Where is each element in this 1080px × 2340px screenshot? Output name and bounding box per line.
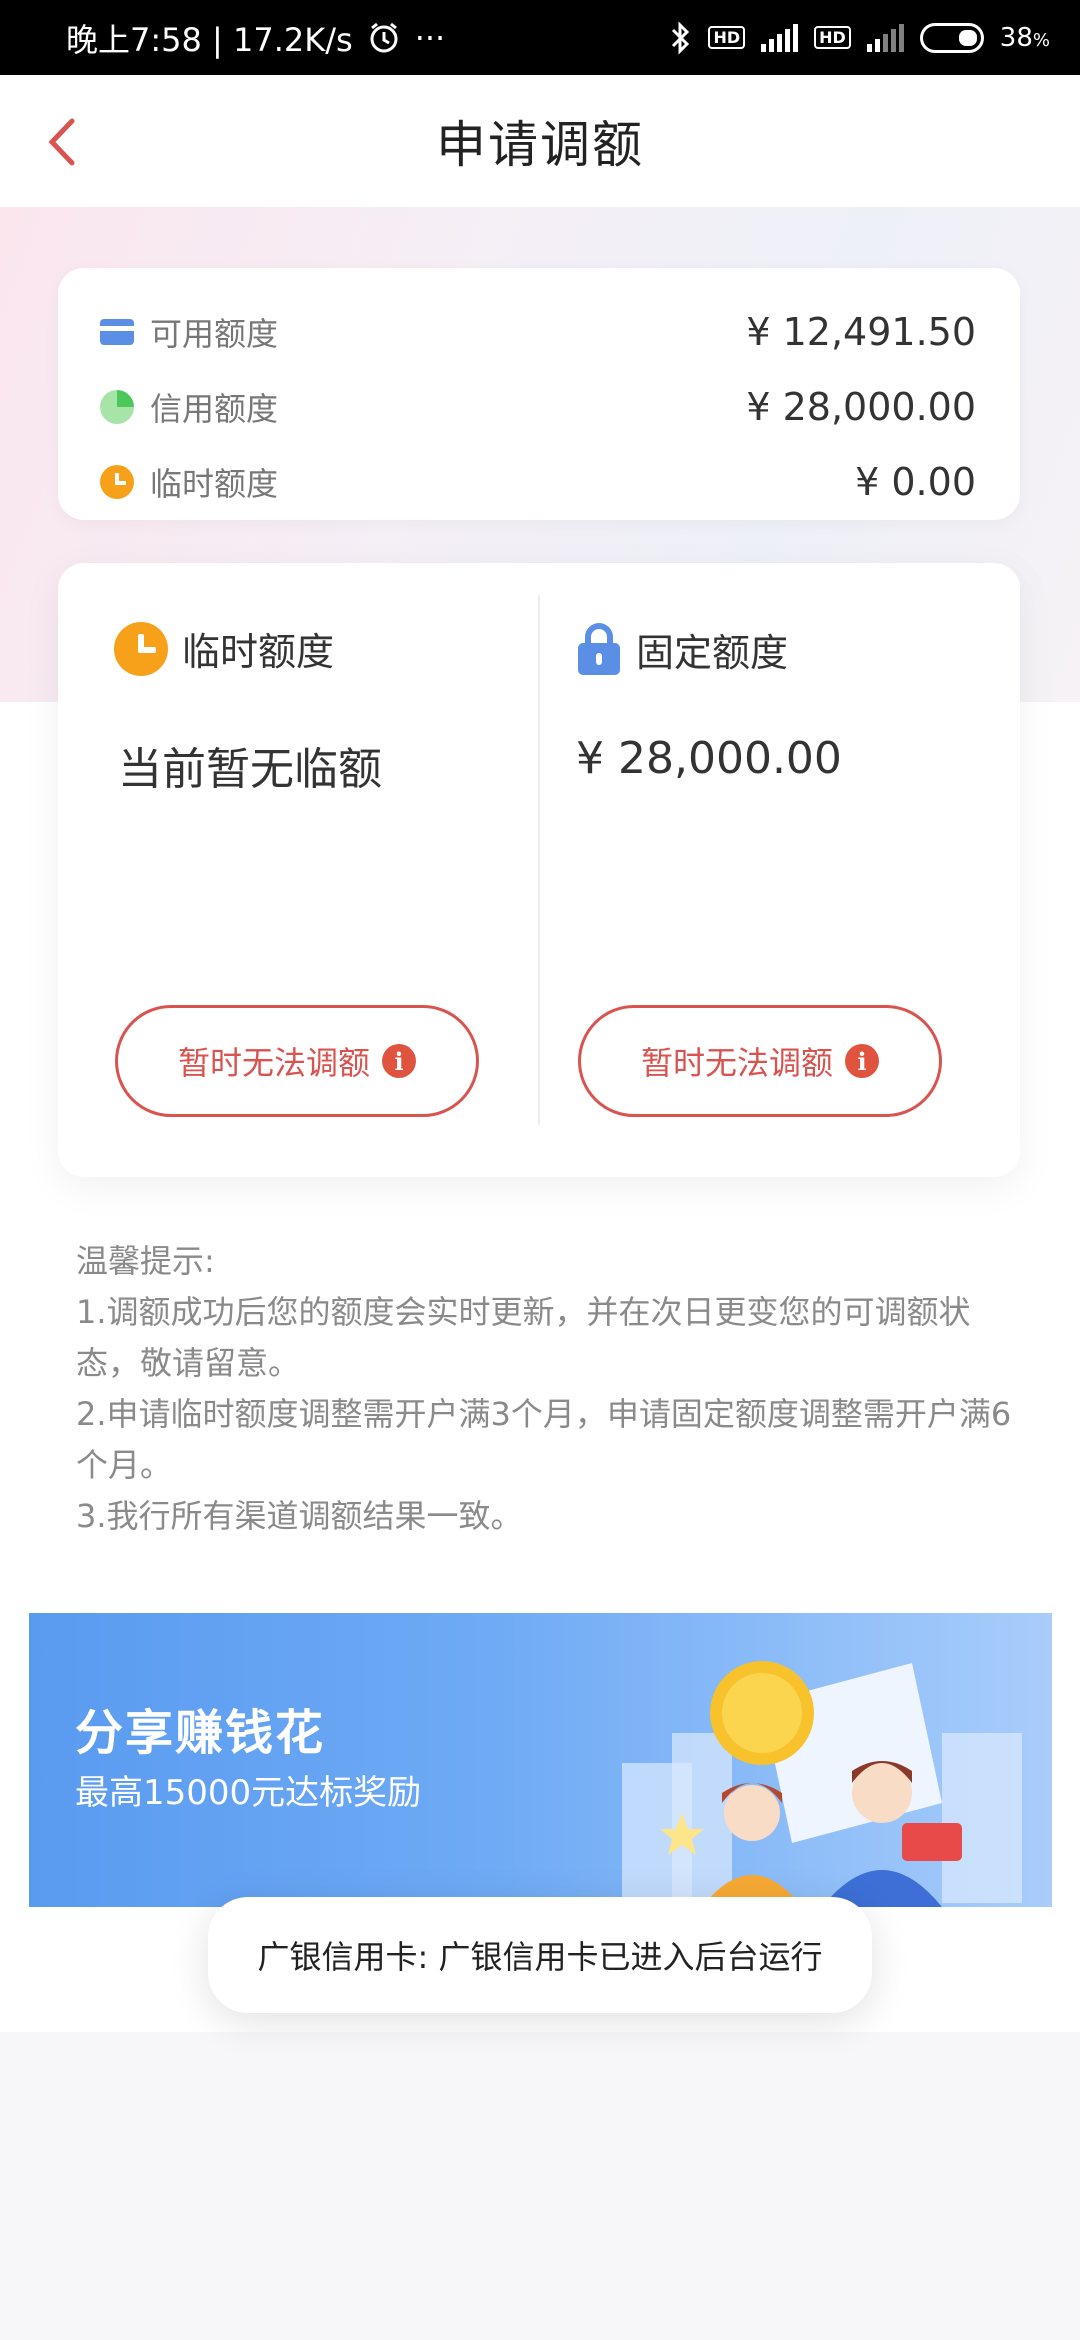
available-quota-label: 可用额度	[150, 314, 279, 353]
fixed-quota-value: ¥ 28,000.00	[576, 733, 842, 784]
temporary-adjust-button[interactable]: 暂时无法调额 i	[115, 1005, 479, 1117]
quota-summary-card: 可用额度 ¥ 12,491.50 信用额度 ¥ 28,000.00 临时额度 ¥…	[58, 268, 1020, 520]
page-title: 申请调额	[436, 116, 644, 174]
status-time: 晚上7:58 | 17.2K/s	[66, 20, 353, 59]
back-button[interactable]	[36, 115, 86, 169]
temporary-quota-row: 临时额度 ¥ 0.00	[100, 444, 976, 519]
tips-heading: 温馨提示:	[76, 1242, 215, 1280]
hd-icon: HD	[814, 26, 851, 49]
alarm-icon	[367, 21, 401, 55]
battery-icon	[919, 22, 984, 53]
clock-icon	[114, 621, 168, 676]
fixed-quota-section: 固定额度 ¥ 28,000.00 暂时无法调额 i	[540, 563, 1020, 1177]
fixed-quota-title: 固定额度	[636, 630, 789, 675]
bluetooth-icon	[670, 20, 692, 55]
lock-icon	[576, 621, 622, 677]
clock-icon	[100, 464, 134, 499]
signal-icon	[866, 23, 904, 52]
fixed-adjust-button[interactable]: 暂时无法调额 i	[578, 1005, 942, 1117]
banner-title: 分享赚钱花	[75, 1705, 326, 1761]
more-icon: ···	[414, 18, 446, 57]
credit-quota-value: ¥ 28,000.00	[746, 384, 976, 429]
tips-section: 温馨提示: 1.调额成功后您的额度会实时更新，并在次日更变您的可调额状态，敬请留…	[76, 1236, 1016, 1542]
chevron-left-icon	[48, 118, 75, 166]
pie-icon	[100, 389, 134, 424]
promo-banner[interactable]: 分享赚钱花 最高15000元达标奖励	[29, 1613, 1052, 1907]
header: 申请调额	[0, 75, 1080, 207]
status-bar: 晚上7:58 | 17.2K/s ··· HD HD 38%	[0, 0, 1080, 75]
card-icon	[100, 318, 134, 345]
available-quota-value: ¥ 12,491.50	[746, 309, 976, 354]
temporary-quota-value: ¥ 0.00	[855, 459, 976, 504]
credit-quota-row: 信用额度 ¥ 28,000.00	[100, 369, 976, 444]
banner-illustration	[622, 1661, 1022, 1907]
tips-line: 2.申请临时额度调整需开户满3个月，申请固定额度调整需开户满6个月。	[76, 1395, 1012, 1484]
adjust-quota-card: 临时额度 当前暂无临额 暂时无法调额 i 固定额度 ¥ 28,000.00 暂时…	[58, 563, 1020, 1177]
battery-level: 38%	[999, 22, 1050, 53]
tips-line: 1.调额成功后您的额度会实时更新，并在次日更变您的可调额状态，敬请留意。	[76, 1293, 971, 1382]
hd-icon: HD	[708, 26, 746, 49]
tips-line: 3.我行所有渠道调额结果一致。	[76, 1497, 523, 1535]
fixed-adjust-label: 暂时无法调额	[640, 1044, 833, 1082]
info-icon[interactable]: i	[845, 1044, 879, 1078]
available-quota-row: 可用额度 ¥ 12,491.50	[100, 294, 976, 369]
temporary-quota-title: 临时额度	[182, 630, 335, 674]
signal-icon	[761, 23, 799, 52]
temporary-adjust-label: 暂时无法调额	[177, 1044, 370, 1082]
banner-subtitle: 最高15000元达标奖励	[75, 1773, 422, 1813]
temporary-quota-section: 临时额度 当前暂无临额 暂时无法调额 i	[58, 563, 538, 1177]
temporary-quota-label: 临时额度	[150, 464, 279, 503]
credit-quota-label: 信用额度	[150, 389, 279, 428]
toast-message: 广银信用卡: 广银信用卡已进入后台运行	[208, 1897, 872, 2013]
temporary-quota-status: 当前暂无临额	[118, 744, 382, 795]
info-icon[interactable]: i	[382, 1044, 416, 1078]
